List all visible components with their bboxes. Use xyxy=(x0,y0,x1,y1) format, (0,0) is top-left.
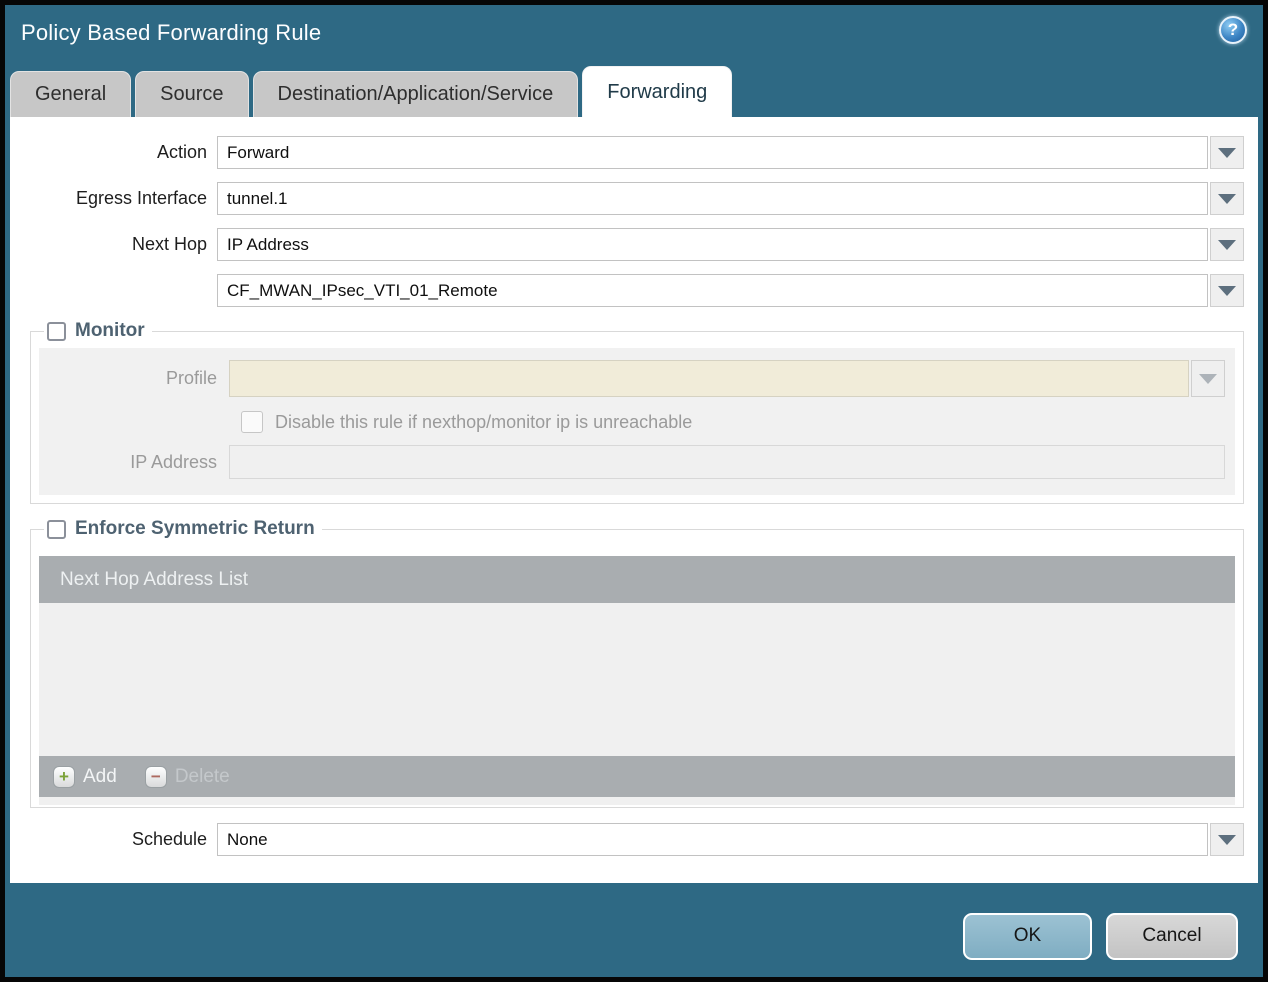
enforce-symmetric-return-fieldset: Enforce Symmetric Return Next Hop Addres… xyxy=(30,518,1244,808)
next-hop-row: Next Hop xyxy=(10,228,1244,261)
enforce-symmetric-return-label: Enforce Symmetric Return xyxy=(75,518,315,539)
plus-icon: + xyxy=(53,765,75,788)
profile-row: Profile xyxy=(39,360,1225,397)
chevron-down-icon xyxy=(1218,147,1236,158)
next-hop-type-input[interactable] xyxy=(217,228,1208,261)
profile-dropdown-button[interactable] xyxy=(1191,360,1225,397)
chevron-down-icon xyxy=(1218,285,1236,296)
tab-forwarding[interactable]: Forwarding xyxy=(582,66,733,117)
minus-icon: − xyxy=(144,765,167,788)
monitor-panel: Profile Disable this rule if nexthop/mon… xyxy=(39,348,1235,495)
monitor-checkbox[interactable] xyxy=(47,321,66,341)
forwarding-tab-panel: Action Egress Interface Next Hop xyxy=(10,117,1258,883)
next-hop-address-input[interactable] xyxy=(217,274,1208,307)
egress-interface-row: Egress Interface xyxy=(10,182,1244,215)
monitor-ip-address-label: IP Address xyxy=(130,451,217,472)
chevron-down-icon xyxy=(1218,834,1236,845)
monitor-ip-address-row: IP Address xyxy=(39,445,1225,479)
egress-interface-input[interactable] xyxy=(217,182,1208,215)
profile-input[interactable] xyxy=(229,360,1189,397)
chevron-down-icon xyxy=(1218,193,1236,204)
cancel-button[interactable]: Cancel xyxy=(1106,912,1238,960)
chevron-down-icon xyxy=(1199,373,1217,384)
action-dropdown-button[interactable] xyxy=(1210,136,1244,169)
ok-button[interactable]: OK xyxy=(963,912,1092,960)
egress-interface-dropdown-button[interactable] xyxy=(1210,182,1244,215)
table-header-next-hop-address-list[interactable]: Next Hop Address List xyxy=(39,556,1235,603)
action-row: Action xyxy=(10,136,1244,169)
disable-rule-row: Disable this rule if nexthop/monitor ip … xyxy=(241,411,1225,433)
enforce-symmetric-return-checkbox[interactable] xyxy=(47,519,66,539)
dialog-titlebar: Policy Based Forwarding Rule ? xyxy=(5,5,1263,69)
schedule-row: Schedule xyxy=(10,823,1244,856)
disable-rule-label: Disable this rule if nexthop/monitor ip … xyxy=(275,411,693,432)
delete-button-label: Delete xyxy=(174,765,230,787)
tab-source[interactable]: Source xyxy=(135,71,249,117)
tab-bar: General Source Destination/Application/S… xyxy=(5,66,1263,117)
enforce-symmetric-return-legend: Enforce Symmetric Return xyxy=(44,518,322,540)
schedule-label: Schedule xyxy=(131,829,207,849)
tab-general[interactable]: General xyxy=(10,71,132,117)
profile-label: Profile xyxy=(165,368,217,388)
chevron-down-icon xyxy=(1218,239,1236,250)
next-hop-address-row xyxy=(10,274,1244,307)
monitor-legend: Monitor xyxy=(44,320,152,342)
egress-interface-label: Egress Interface xyxy=(75,188,207,208)
monitor-ip-address-input[interactable] xyxy=(229,445,1225,479)
disable-rule-checkbox[interactable] xyxy=(241,411,263,433)
policy-based-forwarding-dialog: Policy Based Forwarding Rule ? General S… xyxy=(0,0,1268,982)
schedule-dropdown-button[interactable] xyxy=(1210,823,1244,856)
next-hop-address-dropdown-button[interactable] xyxy=(1210,274,1244,307)
monitor-fieldset: Monitor Profile Disable this rule if nex… xyxy=(30,320,1244,504)
dialog-title: Policy Based Forwarding Rule xyxy=(21,20,322,45)
table-bottom-strip xyxy=(39,797,1235,805)
add-button-label: Add xyxy=(83,765,117,787)
next-hop-address-list-table: Next Hop Address List + Add − Delete xyxy=(39,556,1235,805)
dialog-footer: OK Cancel xyxy=(5,883,1263,977)
help-icon[interactable]: ? xyxy=(1219,16,1247,44)
table-body-empty[interactable] xyxy=(39,603,1235,756)
action-input[interactable] xyxy=(217,136,1208,169)
next-hop-type-dropdown-button[interactable] xyxy=(1210,228,1244,261)
action-label: Action xyxy=(156,142,207,162)
tab-destination-application-service[interactable]: Destination/Application/Service xyxy=(252,71,579,117)
table-toolbar: + Add − Delete xyxy=(39,756,1235,797)
schedule-input[interactable] xyxy=(217,823,1208,856)
delete-button[interactable]: − Delete xyxy=(144,765,230,788)
add-button[interactable]: + Add xyxy=(53,765,117,788)
monitor-legend-label: Monitor xyxy=(75,320,145,341)
next-hop-label: Next Hop xyxy=(131,234,207,254)
